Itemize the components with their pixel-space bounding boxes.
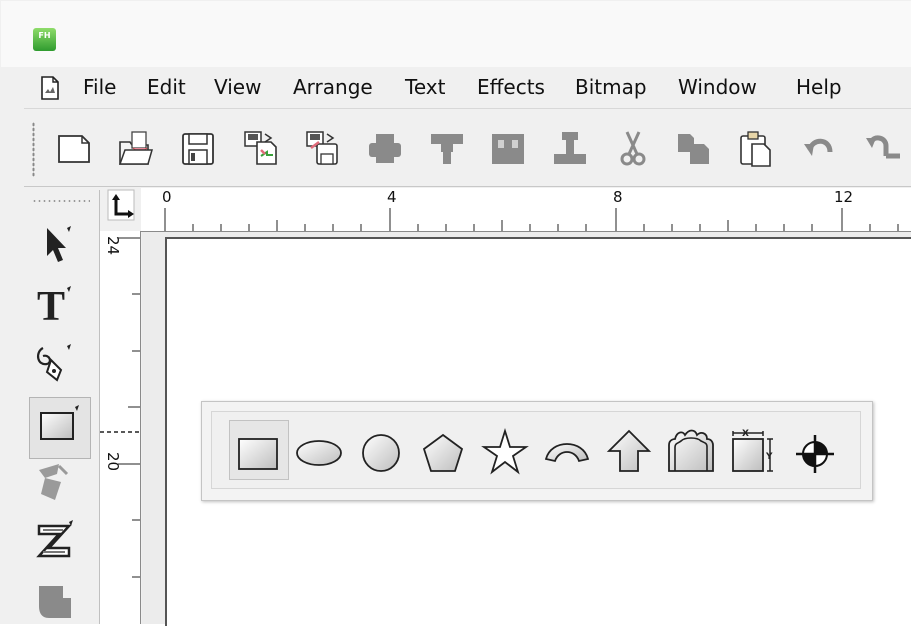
hand-tool-icon[interactable]: [33, 578, 77, 622]
menu-bitmap[interactable]: Bitmap: [575, 75, 647, 99]
ruler-label: 0: [162, 188, 172, 206]
ruler-label: 8: [613, 188, 623, 206]
print-icon[interactable]: [367, 128, 403, 168]
open-icon[interactable]: [118, 128, 154, 168]
pointer-icon[interactable]: [33, 222, 77, 266]
pentagon-shape-icon[interactable]: [415, 423, 471, 479]
arrow-shape-icon[interactable]: [601, 423, 657, 479]
menu-file[interactable]: File: [83, 75, 116, 99]
align-icon[interactable]: [429, 128, 465, 168]
import-icon[interactable]: [243, 128, 279, 168]
toolbox-grip[interactable]: [32, 199, 90, 203]
star-shape-icon[interactable]: [477, 423, 533, 479]
save-icon[interactable]: [180, 128, 216, 168]
ruler-label: 20: [104, 452, 122, 472]
ruler-origin-icon[interactable]: [100, 188, 141, 231]
menu-help[interactable]: Help: [796, 75, 842, 99]
rectangle-shape-icon[interactable]: [230, 423, 286, 479]
paste-icon[interactable]: [738, 128, 774, 168]
arc-shape-icon[interactable]: [539, 423, 595, 479]
menu-effects[interactable]: Effects: [477, 75, 545, 99]
ruler-label: 12: [834, 188, 854, 206]
fill-tool-icon[interactable]: [33, 460, 77, 504]
main-toolbar: [24, 110, 911, 187]
horizontal-ruler[interactable]: [141, 188, 911, 232]
circle-shape-icon[interactable]: [353, 423, 409, 479]
app-logo-icon: FH: [33, 28, 56, 51]
ungroup-icon[interactable]: [552, 128, 588, 168]
cut-icon[interactable]: [615, 128, 651, 168]
vertical-ruler[interactable]: [100, 231, 141, 624]
svg-text:Y: Y: [765, 452, 773, 462]
copy-icon[interactable]: [676, 128, 712, 168]
rounded-frame-shape-icon[interactable]: [663, 423, 719, 479]
menu-edit[interactable]: Edit: [147, 75, 186, 99]
title-bar: [1, 1, 911, 67]
menu-window[interactable]: Window: [678, 75, 757, 99]
ruler-origin-corner[interactable]: [100, 188, 142, 232]
redo-icon[interactable]: [864, 128, 900, 168]
svg-text:T: T: [37, 284, 65, 326]
group-icon[interactable]: [490, 128, 526, 168]
document-menu-icon[interactable]: [37, 75, 63, 101]
dimension-shape-icon[interactable]: XY: [725, 423, 781, 479]
undo-icon[interactable]: [802, 128, 838, 168]
export-icon[interactable]: [305, 128, 341, 168]
ruler-label: 24: [104, 236, 122, 256]
svg-text:X: X: [742, 429, 749, 439]
rectangle-tool-icon[interactable]: [37, 403, 81, 447]
zoom-tool-icon[interactable]: [33, 518, 77, 562]
new-document-icon[interactable]: [56, 128, 92, 168]
menu-text[interactable]: Text: [405, 75, 445, 99]
menu-arrange[interactable]: Arrange: [293, 75, 373, 99]
crosshair-shape-icon[interactable]: [787, 423, 843, 479]
text-tool-icon[interactable]: T: [33, 282, 77, 326]
menu-view[interactable]: View: [214, 75, 261, 99]
pen-tool-icon[interactable]: [33, 340, 77, 384]
ruler-label: 4: [387, 188, 397, 206]
ellipse-shape-icon[interactable]: [291, 423, 347, 479]
toolbar-grip[interactable]: [32, 122, 35, 177]
